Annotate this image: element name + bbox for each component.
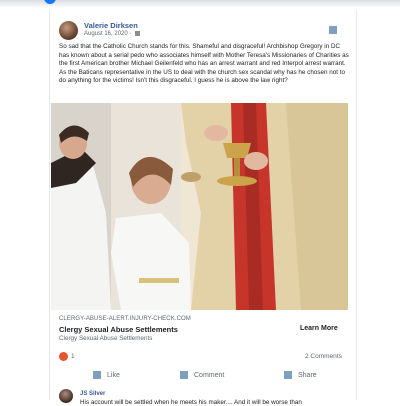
- author-name[interactable]: Valerie Dirksen: [84, 21, 138, 30]
- link-domain[interactable]: CLERGY-ABUSE-ALERT.INJURY-CHECK.COM: [59, 316, 191, 322]
- comment-text: His account will be settled when he meet…: [80, 399, 302, 406]
- comments-count[interactable]: 2 Comments: [305, 353, 342, 360]
- reaction-count[interactable]: 1: [71, 353, 75, 360]
- angry-reaction-icon[interactable]: [59, 352, 68, 361]
- like-label: Like: [107, 371, 120, 379]
- share-label: Share: [298, 371, 317, 379]
- ceremony-photo: [51, 103, 348, 310]
- comment-button[interactable]: Comment: [180, 371, 224, 379]
- learn-more-button[interactable]: Learn More: [300, 325, 338, 332]
- link-preview-image[interactable]: [51, 103, 348, 310]
- commenter-avatar[interactable]: [59, 389, 73, 403]
- link-title[interactable]: Clergy Sexual Abuse Settlements: [59, 325, 178, 334]
- comment-label: Comment: [194, 371, 225, 379]
- like-icon: [93, 371, 101, 379]
- post-date-text[interactable]: August 16, 2020 ·: [84, 31, 131, 37]
- share-icon: [284, 371, 292, 379]
- link-subtitle[interactable]: Clergy Sexual Abuse Settlements: [59, 335, 152, 342]
- author-avatar[interactable]: [59, 21, 78, 40]
- globe-icon: [135, 31, 141, 36]
- post-card: Valerie Dirksen August 16, 2020 · So sad…: [49, 10, 357, 406]
- post-text: So sad that the Catholic Church stands f…: [59, 43, 349, 85]
- comment-icon: [180, 371, 188, 379]
- like-button[interactable]: Like: [93, 371, 120, 379]
- top-edge: [0, 0, 400, 8]
- more-options-icon[interactable]: [329, 26, 337, 34]
- commenter-name[interactable]: JS Silver: [80, 391, 105, 397]
- post-date[interactable]: August 16, 2020 ·: [84, 31, 141, 37]
- share-button[interactable]: Share: [284, 371, 317, 379]
